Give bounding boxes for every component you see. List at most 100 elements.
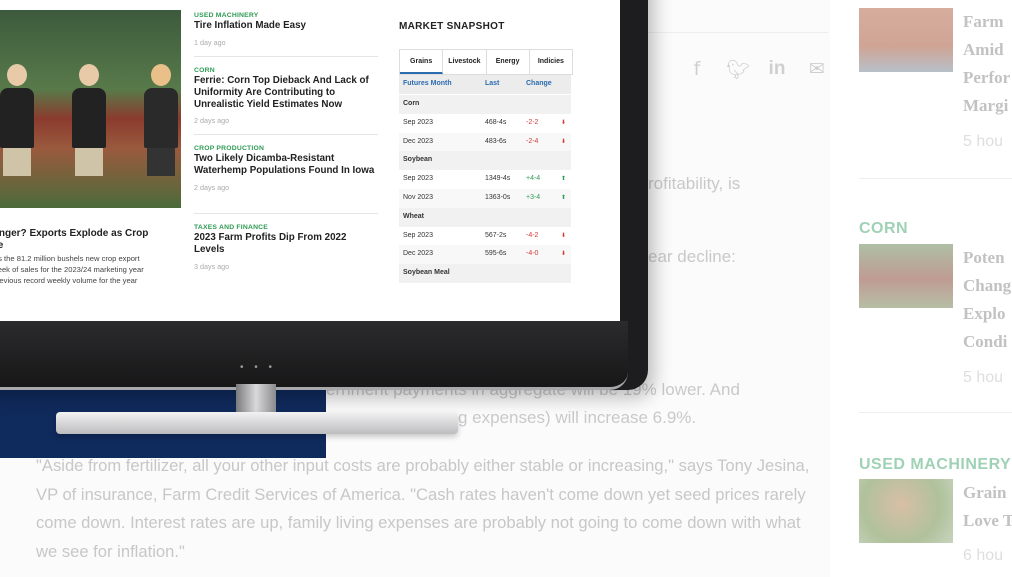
last-price: 483-6s: [485, 137, 507, 145]
market-row: Sep 2023 1349-4s +4-4 ⬆: [399, 170, 571, 189]
article-text-fragment: g expenses) will increase 6.9%.: [458, 408, 697, 427]
monitor-bezel: [0, 321, 628, 390]
monitor-indicator-dots: • • •: [240, 362, 277, 373]
tab-indicies[interactable]: Indicies: [530, 50, 572, 74]
arrow-down-icon: ⬇: [561, 138, 567, 145]
email-icon[interactable]: ✉: [806, 58, 828, 81]
tab-energy[interactable]: Energy: [487, 50, 530, 74]
commodity-name: Wheat: [403, 212, 424, 220]
commodity-name: Soybean: [403, 156, 433, 164]
divider: [859, 178, 1012, 179]
last-price: 595-6s: [485, 250, 507, 258]
commodity-name: Soybean Meal: [403, 269, 450, 277]
related-item-time: 5 hou: [963, 133, 1004, 150]
market-group-row: Wheat: [399, 207, 571, 227]
last-price: 468-4s: [485, 118, 507, 126]
market-snapshot-title: MARKET SNAPSHOT: [399, 21, 505, 32]
related-item-title[interactable]: Farm Amid Perfor Margi: [963, 8, 1012, 120]
market-snapshot: MARKET SNAPSHOT Grains Livestock Energy …: [399, 21, 573, 283]
market-group-row: Soybean: [399, 151, 571, 171]
news-category[interactable]: USED MACHINERY: [194, 12, 378, 19]
column-header: Futures Month: [403, 80, 452, 87]
news-time: 2 days ago: [194, 116, 230, 126]
person-figure: [144, 64, 178, 176]
related-item-title[interactable]: Grain Love T: [963, 479, 1012, 535]
price-change: +3-4: [526, 194, 541, 201]
lead-story-photo[interactable]: [0, 10, 181, 208]
column-header: Last: [485, 80, 500, 87]
related-item-category[interactable]: CORN: [859, 220, 908, 238]
divider: [194, 134, 378, 135]
futures-month: Nov 2023: [403, 194, 433, 201]
market-row: Sep 2023 468-4s -2-2 ⬇: [399, 114, 571, 133]
news-title[interactable]: Ferrie: Corn Top Dieback And Lack of Uni…: [194, 75, 378, 110]
article-text-fragment: rofitability, is: [648, 174, 741, 193]
price-change: +4-4: [526, 175, 541, 183]
price-change: -4-0: [526, 250, 539, 258]
last-price: 1349-4s: [485, 175, 511, 183]
monitor-stand: [56, 412, 458, 434]
share-bar: f 🐦︎ in ✉: [686, 58, 828, 81]
news-title[interactable]: 2023 Farm Profits Dip From 2022 Levels: [194, 232, 378, 256]
news-time: 1 day ago: [194, 37, 226, 47]
divider: [194, 56, 378, 57]
price-change: -2-4: [526, 137, 539, 145]
lead-story-title[interactable]: Changer? Exports Explode as Crop mble: [0, 228, 176, 252]
person-figure: [0, 64, 34, 176]
market-tabs: Grains Livestock Energy Indicies: [399, 49, 573, 75]
market-group-row: Corn: [399, 95, 571, 114]
person-figure: [72, 64, 106, 176]
market-row: Nov 2023 1363-0s +3-4 ⬆: [399, 189, 571, 208]
news-category[interactable]: TAXES AND FINANCE: [194, 224, 378, 231]
arrow-up-icon: ⬆: [561, 176, 567, 183]
twitter-icon[interactable]: 🐦︎: [726, 58, 750, 81]
related-item-title[interactable]: Poten Chang Explo Condi: [963, 244, 1012, 356]
market-row: Dec 2023 595-6s -4-0 ⬇: [399, 245, 571, 265]
futures-month: Sep 2023: [403, 175, 433, 183]
related-item-time: 6 hou: [963, 547, 1004, 564]
article-paragraph: "Aside from fertilizer, all your other i…: [36, 456, 810, 561]
futures-month: Dec 2023: [403, 137, 433, 145]
thumbnail-image[interactable]: [859, 479, 953, 543]
news-time: 3 days ago: [194, 261, 230, 271]
news-item[interactable]: TAXES AND FINANCE 2023 Farm Profits Dip …: [194, 224, 378, 271]
divider: [859, 412, 1012, 413]
monitor-frame: Changer? Exports Explode as Crop mble n …: [0, 0, 648, 390]
divider: [194, 213, 378, 214]
related-item-time: 5 hou: [963, 369, 1004, 386]
tab-grains[interactable]: Grains: [400, 50, 444, 74]
price-change: -2-2: [526, 118, 539, 126]
news-item[interactable]: CROP PRODUCTION Two Likely Dicamba-Resis…: [194, 145, 378, 192]
news-item[interactable]: CORN Ferrie: Corn Top Dieback And Lack o…: [194, 67, 378, 125]
thumbnail-image[interactable]: [859, 8, 953, 72]
arrow-up-icon: ⬆: [561, 195, 567, 201]
facebook-icon[interactable]: f: [686, 58, 708, 81]
news-title[interactable]: Two Likely Dicamba-Resistant Waterhemp P…: [194, 153, 378, 177]
monitor-screen: Changer? Exports Explode as Crop mble n …: [0, 0, 620, 321]
last-price: 567-2s: [485, 231, 507, 239]
news-title[interactable]: Tire Inflation Made Easy: [194, 20, 378, 32]
lead-story-excerpt: n says the 81.2 million bushels new crop…: [0, 254, 144, 285]
news-item[interactable]: USED MACHINERY Tire Inflation Made Easy …: [194, 12, 378, 47]
column-header: Change: [526, 80, 552, 87]
related-item-category[interactable]: USED MACHINERY: [859, 456, 1011, 474]
market-row: Sep 2023 567-2s -4-2 ⬇: [399, 227, 571, 246]
market-table-header: Futures Month Last Change: [399, 75, 571, 94]
futures-month: Sep 2023: [403, 231, 433, 239]
market-group-row: Soybean Meal: [399, 264, 571, 283]
news-time: 2 days ago: [194, 182, 230, 192]
arrow-down-icon: ⬇: [561, 232, 567, 239]
futures-month: Dec 2023: [403, 250, 433, 258]
futures-month: Sep 2023: [403, 118, 433, 126]
arrow-down-icon: ⬇: [561, 119, 567, 126]
news-category[interactable]: CORN: [194, 67, 378, 74]
related-sidebar: Farm Amid Perfor Margi 5 hou CORN Poten Chan…: [830, 0, 1012, 577]
last-price: 1363-0s: [485, 194, 511, 201]
news-category[interactable]: CROP PRODUCTION: [194, 145, 378, 152]
arrow-down-icon: ⬇: [561, 251, 567, 258]
divider: [648, 32, 828, 33]
tab-livestock[interactable]: Livestock: [443, 50, 487, 74]
thumbnail-image[interactable]: [859, 244, 953, 308]
price-change: -4-2: [526, 231, 539, 239]
linkedin-icon[interactable]: in: [766, 58, 788, 81]
